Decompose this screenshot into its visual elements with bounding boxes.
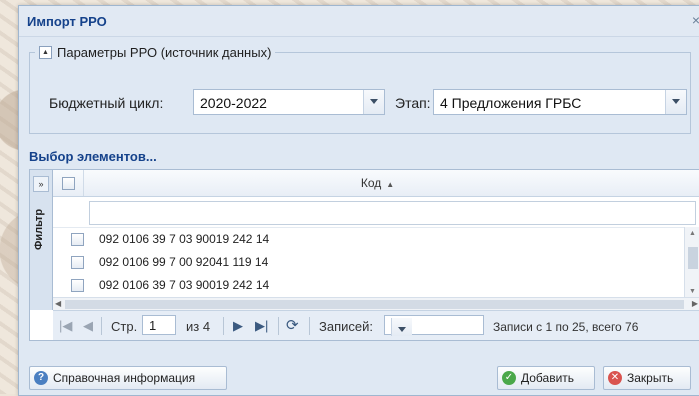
add-button[interactable]: ✓ Добавить [497,366,595,390]
refresh-icon[interactable]: ⟳ [286,316,299,334]
budget-cycle-label: Бюджетный цикл: [49,95,164,111]
scroll-up-icon[interactable]: ▲ [689,230,696,237]
scroll-left-icon[interactable]: ◀ [55,299,61,308]
row-code: 092 0106 39 7 03 90019 242 14 [99,232,270,246]
row-checkbox[interactable] [71,279,84,292]
next-page-icon[interactable]: ▶ [233,318,243,334]
dialog-title: Импорт РРО [27,14,107,29]
help-icon: ? [34,371,48,385]
add-icon: ✓ [502,371,516,385]
separator [223,317,224,335]
column-header-code[interactable]: Код ▲ [53,176,699,190]
separator [101,317,102,335]
vertical-scrollbar[interactable]: ▲ ▼ [684,227,699,297]
table-row[interactable]: 092 0106 99 7 00 92041 119 14 [53,251,684,275]
sort-asc-icon: ▲ [386,180,395,189]
stage-label: Этап: [395,95,431,111]
page-input[interactable]: 1 [142,315,176,335]
records-label: Записей: [319,319,373,334]
row-code: 092 0106 99 7 00 92041 119 14 [99,255,269,269]
code-filter-input[interactable] [89,201,696,225]
chevron-down-icon[interactable] [665,90,686,114]
table-row[interactable]: 092 0106 39 7 03 90019 242 14 [53,274,684,298]
stage-value: 4 Предложения ГРБС [440,95,582,111]
params-legend-label: Параметры РРО (источник данных) [57,44,272,60]
help-button[interactable]: ? Справочная информация [29,366,227,390]
budget-cycle-combo[interactable]: 2020-2022 [193,89,385,115]
scroll-down-icon[interactable]: ▼ [689,288,696,295]
chevron-down-icon[interactable] [391,318,412,336]
page-input-value: 1 [149,318,157,333]
budget-cycle-value: 2020-2022 [200,95,267,111]
params-legend[interactable]: ▲ Параметры РРО (источник данных) [35,44,276,60]
title-bar: Импорт РРО × [19,6,699,37]
first-page-icon[interactable]: |◀ [59,318,72,334]
table-row[interactable]: 092 0106 39 7 03 90019 242 14 [53,228,684,252]
add-button-label: Добавить [521,371,575,385]
expand-icon[interactable]: » [33,176,49,192]
horizontal-scrollbar[interactable]: ◀ ▶ [53,297,699,311]
close-icon[interactable]: × [689,13,699,27]
import-dialog: Импорт РРО × ▲ Параметры РРО (источник д… [18,5,699,396]
section-title: Выбор элементов... [29,149,157,164]
row-checkbox[interactable] [71,256,84,269]
records-per-page-combo[interactable]: 25 [384,315,484,336]
page-label: Стр. [111,319,138,334]
grid-header: Код ▲ [53,170,699,197]
separator [278,317,279,335]
vertical-scroll-thumb[interactable] [688,247,698,269]
prev-page-icon[interactable]: ◀ [83,318,93,334]
separator [309,317,310,335]
row-checkbox[interactable] [71,233,84,246]
filter-row [53,197,699,228]
close-button-label: Закрыть [627,371,674,385]
stage-combo[interactable]: 4 Предложения ГРБС [433,89,687,115]
elements-grid: » Фильтр Код ▲ 092 0106 39 7 03 90019 242… [29,169,699,341]
filter-label: Фильтр [33,208,45,250]
paging-toolbar: |◀ ◀ Стр. 1 из 4 ▶ ▶| ⟳ Записей: 25 Запи… [53,310,699,340]
records-summary: Записи с 1 по 25, всего 76 [493,320,639,334]
column-header-label: Код [360,176,382,190]
horizontal-scroll-thumb[interactable] [65,300,684,309]
last-page-icon[interactable]: ▶| [255,318,268,334]
row-code: 092 0106 39 7 03 90019 242 14 [99,278,270,292]
collapse-icon[interactable]: ▲ [39,45,52,59]
chevron-down-icon[interactable] [363,90,384,114]
filter-panel-collapsed[interactable]: » Фильтр [30,170,53,310]
close-circle-icon: ✕ [608,371,622,385]
scroll-right-icon[interactable]: ▶ [692,299,698,308]
page-count: из 4 [186,319,211,334]
help-button-label: Справочная информация [53,371,196,385]
close-button[interactable]: ✕ Закрыть [603,366,691,390]
